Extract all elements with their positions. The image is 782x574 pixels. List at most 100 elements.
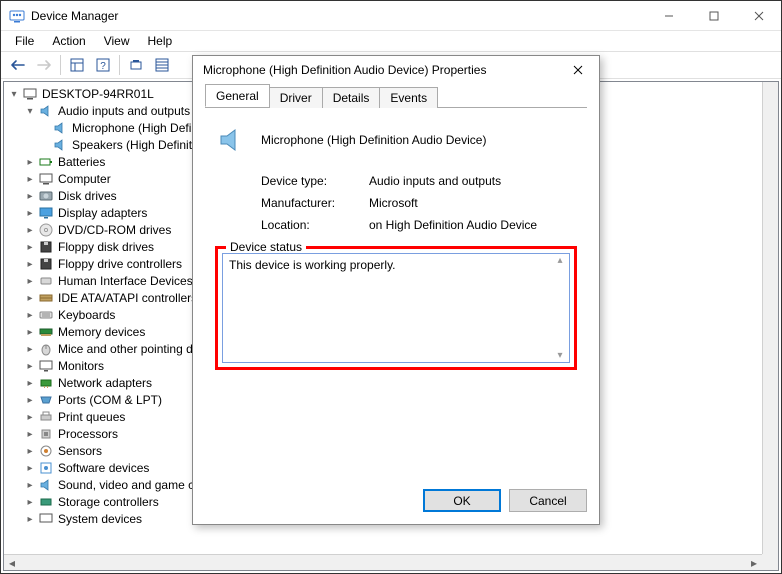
vertical-scrollbar[interactable] [762, 82, 778, 554]
speaker-icon [52, 120, 68, 136]
scan-hardware-button[interactable] [124, 54, 148, 76]
close-button[interactable] [736, 1, 781, 30]
expand-icon[interactable]: ▸ [24, 292, 36, 304]
keyboard-icon [38, 307, 54, 323]
speaker-icon [52, 137, 68, 153]
scroll-up-icon[interactable]: ▴ [552, 255, 568, 266]
tree-label: Sensors [58, 444, 102, 458]
network-icon [38, 375, 54, 391]
tree-label: Software devices [58, 461, 149, 475]
ports-icon [38, 392, 54, 408]
tab-events[interactable]: Events [379, 87, 438, 108]
window-controls [646, 1, 781, 30]
label-location: Location: [261, 218, 369, 232]
expand-icon[interactable]: ▸ [24, 479, 36, 491]
battery-icon [38, 154, 54, 170]
expand-icon[interactable]: ▸ [24, 224, 36, 236]
svg-text:?: ? [100, 61, 106, 72]
expand-icon[interactable]: ▸ [24, 173, 36, 185]
expand-icon[interactable]: ▸ [24, 394, 36, 406]
minimize-button[interactable] [646, 1, 691, 30]
expand-icon[interactable]: ▸ [24, 190, 36, 202]
value-manufacturer: Microsoft [369, 196, 418, 210]
menu-help[interactable]: Help [140, 32, 181, 50]
expand-icon[interactable]: ▸ [24, 411, 36, 423]
forward-button[interactable] [32, 54, 56, 76]
expand-icon[interactable]: ▸ [24, 513, 36, 525]
status-scrollbar[interactable]: ▴ ▾ [552, 255, 568, 361]
toolbar-separator [60, 55, 61, 75]
show-hide-console-tree-button[interactable] [65, 54, 89, 76]
expand-icon[interactable]: ▸ [24, 207, 36, 219]
menu-file[interactable]: File [7, 32, 42, 50]
tree-label: Disk drives [58, 189, 117, 203]
tree-label: Audio inputs and outputs [58, 104, 190, 118]
dialog-buttons: OK Cancel [193, 481, 599, 524]
expand-icon[interactable]: ▸ [24, 326, 36, 338]
tree-label: Monitors [58, 359, 104, 373]
expand-icon[interactable]: ▸ [24, 258, 36, 270]
scroll-down-icon[interactable]: ▾ [552, 350, 568, 361]
maximize-button[interactable] [691, 1, 736, 30]
tree-label: IDE ATA/ATAPI controllers [58, 291, 197, 305]
app-icon [9, 8, 25, 24]
expand-icon[interactable]: ▸ [24, 156, 36, 168]
label-device-type: Device type: [261, 174, 369, 188]
back-button[interactable] [6, 54, 30, 76]
value-device-type: Audio inputs and outputs [369, 174, 501, 188]
toolbar-separator [119, 55, 120, 75]
device-name: Microphone (High Definition Audio Device… [261, 133, 486, 147]
tab-general[interactable]: General [205, 84, 270, 107]
printer-icon [38, 409, 54, 425]
menu-action[interactable]: Action [44, 32, 93, 50]
expand-icon[interactable]: ▸ [24, 360, 36, 372]
mouse-icon [38, 341, 54, 357]
tree-label: DVD/CD-ROM drives [58, 223, 171, 237]
window-title: Device Manager [31, 9, 646, 23]
device-status-text[interactable]: This device is working properly. ▴ ▾ [222, 253, 570, 363]
device-info: Device type:Audio inputs and outputs Man… [261, 174, 577, 232]
expand-icon[interactable]: ▸ [24, 343, 36, 355]
expand-icon[interactable]: ▸ [24, 445, 36, 457]
scroll-right-icon[interactable]: ▸ [746, 556, 762, 570]
properties-button[interactable] [150, 54, 174, 76]
dialog-titlebar: Microphone (High Definition Audio Device… [193, 56, 599, 84]
tree-label: Network adapters [58, 376, 152, 390]
system-icon [38, 511, 54, 527]
collapse-icon[interactable]: ▾ [24, 105, 36, 117]
tab-details[interactable]: Details [322, 87, 381, 108]
ok-button[interactable]: OK [423, 489, 501, 512]
device-header: Microphone (High Definition Audio Device… [215, 124, 577, 156]
tree-label: Keyboards [58, 308, 115, 322]
cpu-icon [38, 426, 54, 442]
expand-icon[interactable]: ▸ [24, 275, 36, 287]
help-button[interactable]: ? [91, 54, 115, 76]
cancel-button[interactable]: Cancel [509, 489, 587, 512]
expand-icon[interactable]: ▸ [24, 496, 36, 508]
expand-icon[interactable]: ▸ [24, 462, 36, 474]
menu-view[interactable]: View [96, 32, 138, 50]
scroll-left-icon[interactable]: ◂ [4, 556, 20, 570]
display-icon [38, 205, 54, 221]
expand-icon[interactable]: ▸ [24, 309, 36, 321]
tab-page-general: Microphone (High Definition Audio Device… [205, 108, 587, 380]
expand-icon[interactable]: ▸ [24, 428, 36, 440]
dialog-close-button[interactable] [563, 60, 593, 80]
dialog-title: Microphone (High Definition Audio Device… [203, 63, 563, 77]
monitor-icon [38, 358, 54, 374]
ide-icon [38, 290, 54, 306]
sensor-icon [38, 443, 54, 459]
dialog-body: General Driver Details Events Microphone… [193, 84, 599, 481]
device-status-legend: Device status [226, 240, 306, 254]
expand-icon[interactable]: ▸ [24, 241, 36, 253]
collapse-icon[interactable]: ▾ [8, 88, 20, 100]
floppy-icon [38, 256, 54, 272]
horizontal-scrollbar[interactable]: ◂ ▸ [4, 554, 762, 570]
titlebar: Device Manager [1, 1, 781, 31]
tab-driver[interactable]: Driver [269, 87, 323, 108]
tree-label: Display adapters [58, 206, 147, 220]
storage-icon [38, 494, 54, 510]
expand-icon[interactable]: ▸ [24, 377, 36, 389]
floppy-icon [38, 239, 54, 255]
tree-label: Computer [58, 172, 111, 186]
